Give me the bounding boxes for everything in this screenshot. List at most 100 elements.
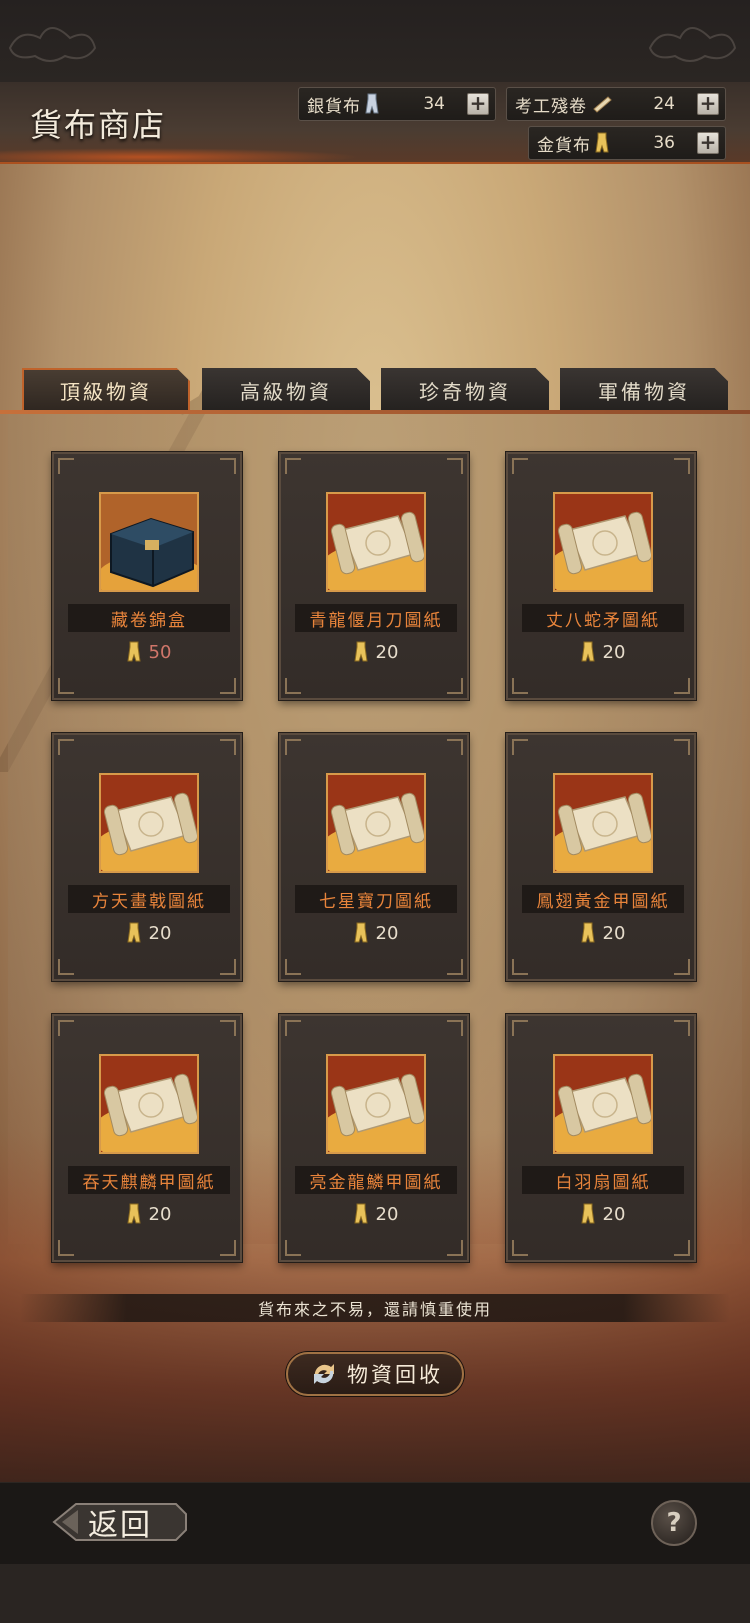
tab-advanced-supplies[interactable]: 高級物資	[202, 368, 370, 412]
add-gold-button[interactable]: +	[697, 132, 719, 154]
item-price: 20	[54, 921, 244, 945]
corner-ornament	[512, 739, 528, 755]
price-value: 20	[602, 1203, 626, 1225]
item-card[interactable]: 亮金龍鱗甲圖紙 20	[279, 1014, 469, 1262]
corner-ornament	[58, 678, 74, 694]
item-thumbnail	[326, 1054, 426, 1154]
corner-ornament	[674, 678, 690, 694]
corner-ornament	[674, 1020, 690, 1036]
item-card[interactable]: 鳳翅黃金甲圖紙 20	[506, 733, 696, 981]
item-card[interactable]: 青龍偃月刀圖紙 20	[279, 452, 469, 700]
corner-ornament	[58, 1020, 74, 1036]
add-scroll-button[interactable]: +	[697, 93, 719, 115]
currency-label: 銀貨布	[307, 96, 361, 117]
item-name: 丈八蛇矛圖紙	[522, 604, 684, 632]
scroll-blueprint-icon	[328, 1056, 424, 1152]
item-thumbnail	[99, 492, 199, 592]
tab-rare-supplies[interactable]: 珍奇物資	[381, 368, 549, 412]
gold-coin-icon	[580, 922, 595, 943]
corner-ornament	[285, 1020, 301, 1036]
item-card[interactable]: 藏卷錦盒 50	[52, 452, 242, 700]
page-title: 貨布商店	[30, 106, 167, 144]
corner-ornament	[285, 739, 301, 755]
price-value: 20	[375, 641, 399, 663]
corner-ornament	[58, 458, 74, 474]
item-price: 20	[281, 921, 471, 945]
item-card[interactable]: 方天畫戟圖紙 20	[52, 733, 242, 981]
price-value: 50	[148, 641, 172, 663]
item-name: 亮金龍鱗甲圖紙	[295, 1166, 457, 1194]
gold-coin-icon	[580, 641, 595, 662]
corner-ornament	[674, 959, 690, 975]
price-value: 20	[602, 922, 626, 944]
corner-ornament	[285, 1240, 301, 1256]
corner-ornament	[220, 959, 236, 975]
help-button[interactable]: ?	[651, 1500, 697, 1546]
gold-coin-icon	[353, 1203, 368, 1224]
tab-military-supplies[interactable]: 軍備物資	[560, 368, 728, 412]
corner-ornament	[285, 678, 301, 694]
currency-scroll: 考工殘卷 24 +	[506, 87, 726, 121]
currency-gold: 金貨布 36 +	[528, 126, 726, 160]
scroll-blueprint-icon	[555, 775, 651, 871]
item-price: 20	[508, 921, 698, 945]
item-thumbnail	[326, 492, 426, 592]
add-silver-button[interactable]: +	[467, 93, 489, 115]
item-thumbnail	[553, 1054, 653, 1154]
corner-ornament	[512, 1240, 528, 1256]
currency-value: 24	[653, 94, 675, 114]
item-name: 藏卷錦盒	[68, 604, 230, 632]
currency-value: 36	[653, 133, 675, 153]
item-card[interactable]: 白羽扇圖紙 20	[506, 1014, 696, 1262]
bottom-decor-band	[0, 1564, 750, 1623]
item-card[interactable]: 吞天麒麟甲圖紙 20	[52, 1014, 242, 1262]
corner-ornament	[447, 739, 463, 755]
corner-ornament	[447, 959, 463, 975]
item-price: 20	[281, 640, 471, 664]
scroll-fragment-icon	[593, 96, 612, 113]
corner-ornament	[447, 678, 463, 694]
item-thumbnail	[99, 1054, 199, 1154]
price-value: 20	[148, 1203, 172, 1225]
corner-ornament	[674, 739, 690, 755]
item-thumbnail	[99, 773, 199, 873]
corner-ornament	[285, 458, 301, 474]
item-name: 青龍偃月刀圖紙	[295, 604, 457, 632]
header-glow	[0, 148, 360, 166]
corner-ornament	[220, 739, 236, 755]
back-label: 返回	[88, 1508, 152, 1543]
corner-ornament	[512, 1020, 528, 1036]
item-card[interactable]: 七星寶刀圖紙 20	[279, 733, 469, 981]
item-card[interactable]: 丈八蛇矛圖紙 20	[506, 452, 696, 700]
back-button[interactable]: 返回	[50, 1500, 190, 1544]
corner-ornament	[512, 678, 528, 694]
currency-label: 金貨布	[537, 135, 591, 156]
corner-ornament	[58, 739, 74, 755]
recycle-button[interactable]: 物資回收	[286, 1352, 464, 1396]
corner-ornament	[58, 959, 74, 975]
corner-ornament	[220, 678, 236, 694]
item-name: 吞天麒麟甲圖紙	[68, 1166, 230, 1194]
price-value: 20	[148, 922, 172, 944]
corner-ornament	[512, 458, 528, 474]
gold-coin-icon	[126, 641, 141, 662]
cloud-pattern-icon	[648, 27, 737, 62]
treasure-chest-icon	[101, 494, 197, 590]
cloud-pattern-icon	[8, 27, 97, 62]
notice-text: 貨布來之不易，還請慎重使用	[20, 1294, 730, 1322]
item-price: 20	[281, 1202, 471, 1226]
scroll-blueprint-icon	[328, 775, 424, 871]
corner-ornament	[58, 1240, 74, 1256]
corner-ornament	[285, 959, 301, 975]
scroll-blueprint-icon	[101, 1056, 197, 1152]
price-value: 20	[375, 1203, 399, 1225]
item-name: 白羽扇圖紙	[522, 1166, 684, 1194]
tab-top-supplies[interactable]: 頂級物資	[22, 368, 190, 412]
scroll-blueprint-icon	[328, 494, 424, 590]
corner-ornament	[674, 1240, 690, 1256]
gold-coin-icon	[595, 132, 609, 153]
gold-coin-icon	[580, 1203, 595, 1224]
price-value: 20	[602, 641, 626, 663]
gold-coin-icon	[353, 641, 368, 662]
corner-ornament	[220, 1240, 236, 1256]
